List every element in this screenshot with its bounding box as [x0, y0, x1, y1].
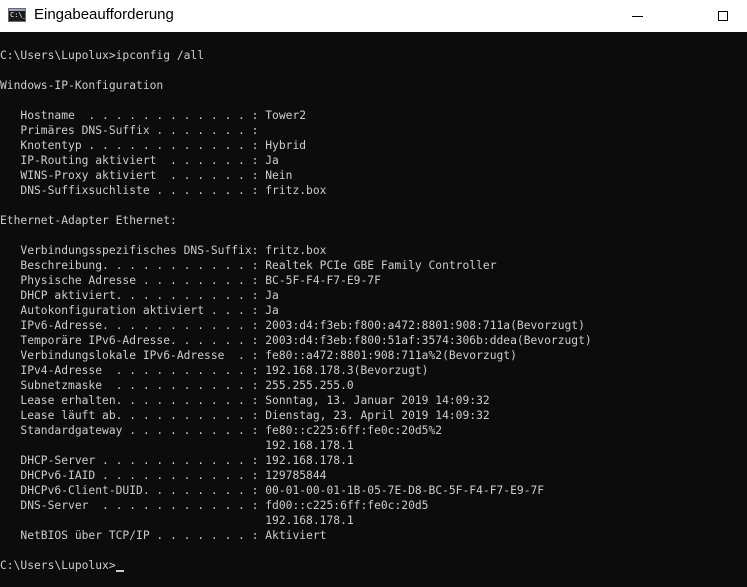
console-line: Windows-IP-Konfiguration: [0, 79, 164, 92]
console-line: Verbindungslokale IPv6-Adresse . : fe80:…: [0, 349, 517, 362]
console-line: Standardgateway . . . . . . . . . : fe80…: [0, 424, 443, 437]
console-line: Knotentyp . . . . . . . . . . . . : Hybr…: [0, 139, 307, 152]
minimize-button[interactable]: [614, 0, 660, 32]
console-line: 192.168.178.1: [0, 439, 354, 452]
console-line: C:\Users\Lupolux>ipconfig /all: [0, 49, 205, 62]
console-line: 192.168.178.1: [0, 514, 354, 527]
console-line: Hostname . . . . . . . . . . . . : Tower…: [0, 109, 307, 122]
console-line: Lease erhalten. . . . . . . . . . : Sonn…: [0, 394, 490, 407]
console-line: Primäres DNS-Suffix . . . . . . . :: [0, 124, 259, 137]
console-line: WINS-Proxy aktiviert . . . . . . : Nein: [0, 169, 293, 182]
maximize-icon: [718, 11, 728, 21]
console-line: DHCPv6-IAID . . . . . . . . . . . : 1297…: [0, 469, 327, 482]
minimize-icon: [631, 15, 643, 17]
console-line: Autokonfiguration aktiviert . . . : Ja: [0, 304, 279, 317]
console-line: DHCP aktiviert. . . . . . . . . . : Ja: [0, 289, 279, 302]
title-bar: C:\_ Eingabeaufforderung: [0, 0, 747, 32]
console-line: Lease läuft ab. . . . . . . . . . : Dien…: [0, 409, 490, 422]
console-line: Temporäre IPv6-Adresse. . . . . . : 2003…: [0, 334, 592, 347]
console-line: Verbindungsspezifisches DNS-Suffix: frit…: [0, 244, 327, 257]
console-line: DHCP-Server . . . . . . . . . . . : 192.…: [0, 454, 354, 467]
console-output[interactable]: C:\Users\Lupolux>ipconfig /all Windows-IP…: [0, 32, 747, 587]
console-line: IP-Routing aktiviert . . . . . . : Ja: [0, 154, 279, 167]
console-line: Beschreibung. . . . . . . . . . . : Real…: [0, 259, 497, 272]
console-line: Subnetzmaske . . . . . . . . . . : 255.2…: [0, 379, 354, 392]
console-line: Ethernet-Adapter Ethernet:: [0, 214, 177, 227]
text-cursor: [116, 570, 124, 572]
console-line: DNS-Suffixsuchliste . . . . . . . : frit…: [0, 184, 327, 197]
maximize-button[interactable]: [700, 0, 746, 32]
console-line: NetBIOS über TCP/IP . . . . . . . : Akti…: [0, 529, 327, 542]
command-prompt: C:\Users\Lupolux>: [0, 559, 116, 572]
cmd-icon[interactable]: C:\_: [8, 8, 26, 22]
console-line: DNS-Server . . . . . . . . . . . : fd00:…: [0, 499, 429, 512]
console-line: DHCPv6-Client-DUID. . . . . . . . : 00-0…: [0, 484, 545, 497]
window-title: Eingabeaufforderung: [34, 6, 174, 23]
console-line: IPv6-Adresse. . . . . . . . . . . : 2003…: [0, 319, 585, 332]
console-line: IPv4-Adresse . . . . . . . . . . : 192.1…: [0, 364, 429, 377]
console-line: Physische Adresse . . . . . . . . : BC-5…: [0, 274, 381, 287]
